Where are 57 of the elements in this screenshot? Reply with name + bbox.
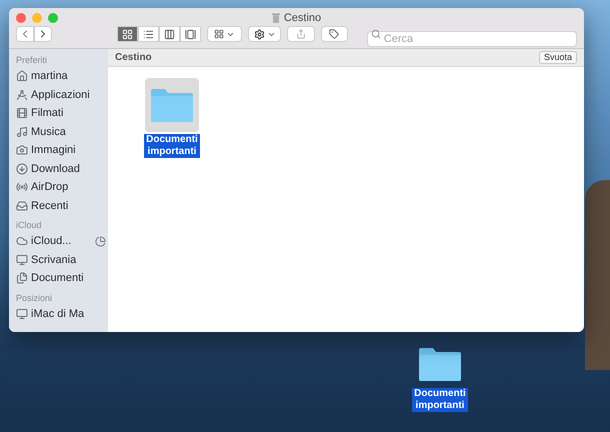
settings-icon <box>254 28 265 40</box>
search-field[interactable]: Cerca <box>366 31 577 47</box>
documents-icon <box>16 272 28 284</box>
sidebar-item[interactable]: iCloud... <box>16 232 108 250</box>
view-mode-button[interactable] <box>180 26 201 42</box>
cloud-icon <box>16 235 28 248</box>
desktop-folder[interactable]: Documenti importanti <box>410 346 470 412</box>
tag-button[interactable] <box>320 26 348 42</box>
tray-icon <box>16 200 28 212</box>
camera-icon <box>16 144 28 156</box>
icon-view-icon <box>122 28 133 40</box>
trash-icon <box>272 13 280 24</box>
forward-button[interactable] <box>34 26 52 42</box>
film-icon <box>16 107 28 120</box>
view-mode-button[interactable] <box>117 26 138 42</box>
file-name: Documenti importanti <box>412 388 468 412</box>
folder-icon <box>149 87 195 123</box>
broadcast-icon <box>16 181 28 194</box>
sidebar-section-title: Posizioni <box>16 292 54 304</box>
file-name: Documenti importanti <box>144 134 200 158</box>
sidebar-section-title: iCloud <box>16 220 43 231</box>
empty-trash-button[interactable]: Svuota <box>538 51 577 64</box>
house-icon <box>16 70 28 82</box>
sidebar-item[interactable]: Applicazioni <box>16 86 108 104</box>
sidebar-item[interactable]: Recenti <box>16 196 108 215</box>
compass-icon <box>16 88 28 101</box>
search-icon <box>370 29 381 39</box>
sidebar-item[interactable]: iMac di Ma <box>16 304 108 323</box>
sidebar-item[interactable]: martina <box>16 67 108 86</box>
list-view-icon <box>143 28 154 40</box>
share-icon <box>296 29 306 39</box>
sidebar-item[interactable]: Download <box>16 160 108 178</box>
file-item[interactable]: Documenti importanti <box>144 78 200 158</box>
view-mode-button[interactable] <box>159 26 180 42</box>
group-button[interactable] <box>207 26 242 42</box>
window-title: Cestino <box>284 11 322 26</box>
sidebar-item[interactable]: Scrivania <box>16 250 108 269</box>
sidebar-item[interactable]: Musica <box>16 122 108 141</box>
grid-icon <box>214 29 224 39</box>
path-title: Cestino <box>115 51 152 65</box>
tag-icon <box>329 29 340 39</box>
sidebar-item[interactable]: Documenti <box>16 269 108 288</box>
view-mode-button[interactable] <box>138 26 159 42</box>
column-view-icon <box>164 28 175 40</box>
computer-icon <box>16 308 28 320</box>
sidebar-item[interactable]: Filmati <box>16 104 108 122</box>
sidebar-item[interactable]: AirDrop <box>16 178 108 196</box>
progress-icon <box>95 236 106 247</box>
gallery-view-icon <box>185 28 196 40</box>
download-icon <box>16 162 28 175</box>
sidebar-section-title: Preferiti <box>16 55 48 66</box>
sidebar-item[interactable]: Immagini <box>16 141 108 160</box>
back-button[interactable] <box>16 26 34 42</box>
monitor-icon <box>16 254 28 266</box>
music-note-icon <box>16 126 28 138</box>
action-button[interactable] <box>248 26 282 42</box>
folder-icon <box>417 346 463 382</box>
